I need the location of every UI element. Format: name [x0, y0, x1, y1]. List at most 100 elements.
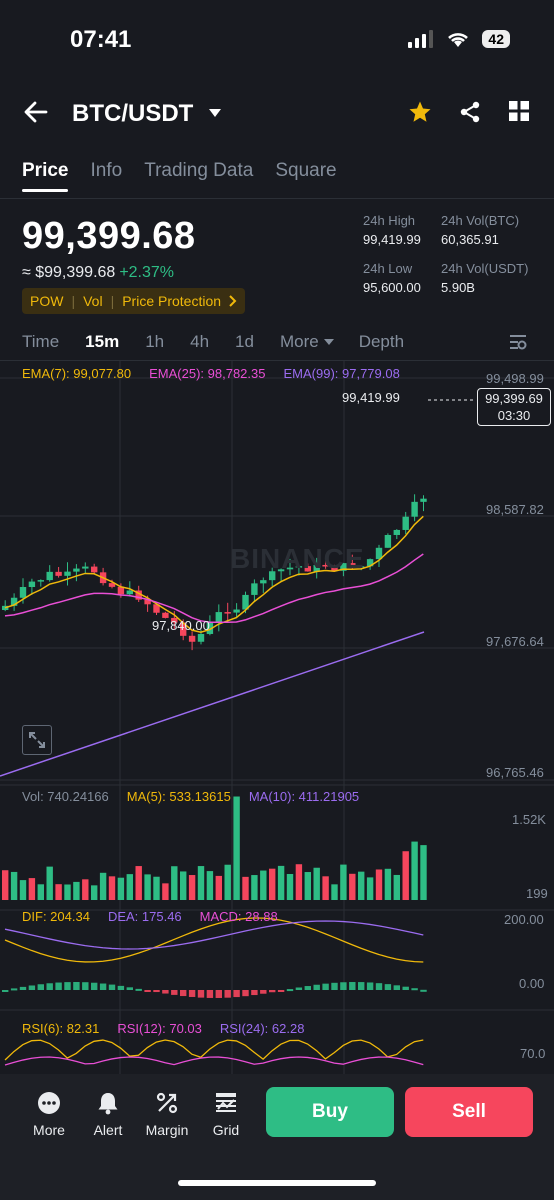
- macd-histogram-bar: [215, 990, 222, 998]
- bottom-grid-button[interactable]: Grid: [196, 1088, 256, 1138]
- candle-body: [215, 612, 222, 623]
- chart-settings-icon[interactable]: [508, 332, 528, 352]
- signal-icon: [408, 30, 434, 48]
- macd-histogram-bar: [126, 987, 133, 990]
- interval-4h[interactable]: 4h: [190, 332, 209, 352]
- volume-bar: [73, 881, 80, 900]
- margin-icon: [156, 1092, 178, 1114]
- buy-button[interactable]: Buy: [266, 1087, 394, 1137]
- volume-bar: [117, 877, 125, 900]
- low-label: 24h Low: [363, 261, 413, 276]
- bottom-more-button[interactable]: More: [19, 1088, 79, 1138]
- interval-1d[interactable]: 1d: [235, 332, 254, 352]
- volume-bar: [340, 864, 347, 900]
- candle-body: [126, 590, 133, 595]
- macd-histogram-bar: [269, 990, 276, 993]
- volume-bar: [91, 885, 98, 900]
- macd-histogram-bar: [313, 984, 320, 990]
- tag-pow[interactable]: POW: [30, 293, 63, 309]
- macd-histogram-bar: [2, 990, 9, 992]
- grid-bot-icon: [216, 1093, 236, 1112]
- rsi6-label: RSI(6): 82.31: [22, 1021, 100, 1036]
- last-price: 99,399.68: [22, 215, 196, 257]
- volume-bar: [224, 864, 231, 900]
- battery-indicator: 42: [482, 30, 510, 48]
- vol-btc-label: 24h Vol(BTC): [441, 213, 520, 228]
- volume-legend: Vol: 740.24166 MA(5): 533.13615 MA(10): …: [22, 789, 359, 804]
- bottom-alert-button[interactable]: Alert: [78, 1088, 138, 1138]
- layout-grid-icon[interactable]: [508, 100, 530, 122]
- macd-legend: DIF: 204.34 DEA: 175.46 MACD: 28.88: [22, 909, 278, 924]
- bottom-alert-label: Alert: [93, 1122, 123, 1138]
- volume-bar: [188, 875, 196, 900]
- sell-button[interactable]: Sell: [405, 1087, 533, 1137]
- volume-bar: [286, 874, 294, 900]
- volume-bar: [153, 876, 160, 900]
- status-time: 07:41: [70, 26, 132, 53]
- volume-bar: [135, 866, 142, 900]
- volume-bar: [197, 866, 205, 900]
- macd-histogram-bar: [322, 983, 329, 990]
- candle-body: [37, 580, 44, 582]
- tab-price[interactable]: Price: [22, 160, 69, 192]
- volume-bar: [242, 876, 249, 900]
- pair-dropdown-icon[interactable]: [208, 108, 222, 118]
- volume-bar: [349, 873, 356, 900]
- tag-vol[interactable]: Vol: [83, 293, 102, 309]
- high-value: 99,419.99: [363, 232, 421, 247]
- volume-bar: [420, 845, 427, 900]
- bottom-margin-button[interactable]: Margin: [137, 1088, 197, 1138]
- candlestick-chart[interactable]: [0, 360, 554, 1074]
- candle-body: [384, 534, 392, 548]
- interval-more[interactable]: More: [280, 332, 335, 352]
- tab-info[interactable]: Info: [90, 160, 122, 182]
- volume-ma10-label: MA(10): 411.21905: [248, 789, 360, 804]
- rsi24-label: RSI(24): 62.28: [219, 1021, 305, 1036]
- macd-histogram-bar: [46, 983, 53, 990]
- interval-1h[interactable]: 1h: [145, 332, 164, 352]
- star-favorite-icon[interactable]: [408, 100, 432, 124]
- macd-histogram-bar: [358, 982, 365, 990]
- bottom-more-label: More: [33, 1122, 65, 1138]
- tab-square[interactable]: Square: [275, 160, 336, 182]
- macd-histogram-bar: [188, 990, 196, 997]
- volume-bar: [46, 866, 53, 900]
- macd-histogram-bar: [153, 990, 160, 993]
- rsi-axis-level: 70.0: [520, 1046, 546, 1061]
- candle-body: [82, 566, 89, 569]
- volume-bar: [82, 879, 89, 900]
- interval-15m[interactable]: 15m: [85, 332, 119, 352]
- volume-axis-top: 1.52K: [512, 812, 546, 827]
- macd-histogram-bar: [117, 985, 125, 990]
- price-fiat-row: ≈ $99,399.68 +2.37%: [22, 264, 174, 282]
- interval-bar: Time 15m 1h 4h 1d More Depth: [22, 332, 430, 352]
- back-arrow-icon[interactable]: [22, 98, 50, 126]
- candle-body: [420, 498, 427, 502]
- macd-histogram-bar: [73, 982, 80, 990]
- candle-body: [28, 581, 36, 588]
- tag-bar[interactable]: POW | Vol | Price Protection: [22, 288, 246, 314]
- volume-bar: [144, 874, 151, 900]
- macd-histogram-bar: [19, 986, 27, 990]
- macd-histogram-bar: [251, 990, 258, 996]
- macd-histogram-bar: [144, 990, 151, 992]
- volume-bar: [99, 872, 107, 900]
- volume-bar: [313, 867, 320, 900]
- macd-histogram-bar: [135, 988, 142, 991]
- more-dots-icon: [38, 1092, 60, 1114]
- volume-bar: [180, 871, 187, 900]
- volume-bar: [108, 876, 116, 900]
- macd-histogram-bar: [331, 982, 338, 990]
- macd-histogram-bar: [260, 990, 267, 994]
- tab-trading-data[interactable]: Trading Data: [144, 160, 253, 182]
- fullscreen-button[interactable]: [22, 725, 52, 755]
- macd-histogram-bar: [108, 984, 116, 990]
- macd-axis-zero: 0.00: [519, 976, 545, 991]
- tag-price-protection[interactable]: Price Protection: [122, 293, 221, 309]
- tab-depth[interactable]: Depth: [359, 332, 404, 352]
- candle-body: [251, 583, 258, 595]
- interval-time[interactable]: Time: [22, 332, 59, 352]
- pair-title[interactable]: BTC/USDT: [72, 100, 193, 128]
- volume-bar: [215, 875, 222, 900]
- share-icon[interactable]: [458, 100, 482, 124]
